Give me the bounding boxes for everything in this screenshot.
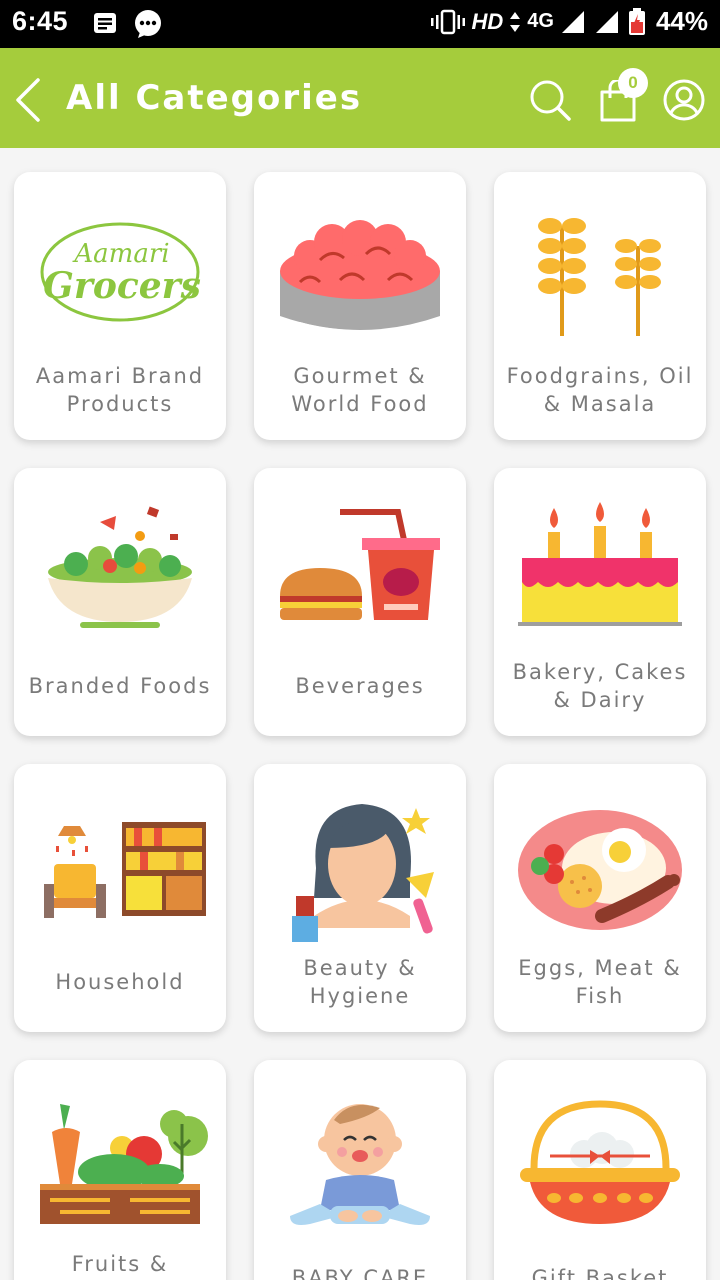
user-profile-icon[interactable]: [662, 78, 706, 122]
category-label: Aamari Brand Products: [35, 364, 205, 416]
category-card-fruits-vegetables[interactable]: Fruits & Vegetables: [14, 1060, 226, 1280]
salad-bowl-icon: [48, 506, 192, 628]
category-card-beauty[interactable]: Beauty & Hygiene: [254, 764, 466, 1032]
battery-percent: 44%: [655, 6, 708, 36]
status-bar: 6:45 HD 4G 44%: [0, 0, 720, 48]
status-indicators: HD 4G 44%: [431, 6, 708, 37]
category-label: Gift Basket: [531, 1266, 669, 1280]
data-arrows-icon: [510, 11, 521, 32]
category-label: Gourmet & World Food: [291, 364, 429, 416]
category-card-gourmet[interactable]: Gourmet & World Food: [254, 172, 466, 440]
battery-icon: [628, 7, 645, 35]
back-arrow-icon[interactable]: [10, 78, 46, 122]
wheat-icon: [538, 218, 661, 336]
category-card-bakery[interactable]: Bakery, Cakes & Dairy: [494, 468, 706, 736]
signal-type: 4G: [527, 10, 554, 32]
burger-drink-icon: [280, 509, 440, 620]
category-label: Beverages: [295, 674, 425, 698]
network-type: HD: [471, 8, 504, 34]
app-bar: All Categories 0: [0, 48, 720, 148]
category-card-beverages[interactable]: Beverages: [254, 468, 466, 736]
category-label: Branded Foods: [28, 674, 212, 698]
cart-count-badge: 0: [618, 68, 648, 98]
category-label: Household: [55, 970, 185, 994]
baby-icon: [290, 1104, 430, 1225]
category-label: Fruits & Vegetables: [71, 1252, 169, 1276]
notification-message-icon: [94, 13, 116, 33]
category-label: Bakery, Cakes & Dairy: [512, 660, 688, 712]
gift-basket-icon: [520, 1100, 680, 1224]
egg-meat-plate-icon: [518, 810, 682, 930]
category-card-foodgrains[interactable]: Foodgrains, Oil & Masala: [494, 172, 706, 440]
birthday-cake-icon: [518, 502, 682, 626]
aamari-grocers-logo: Aamari Grocers: [40, 222, 201, 322]
category-label: Beauty & Hygiene: [303, 956, 417, 1008]
category-label: Eggs, Meat & Fish: [518, 956, 682, 1008]
category-label: BABY CARE: [291, 1266, 429, 1280]
signal-strength-icon-2: [595, 10, 618, 33]
beauty-woman-icon: [292, 804, 434, 942]
category-card-baby-care[interactable]: BABY CARE: [254, 1060, 466, 1280]
gourmet-bowl-icon: [280, 220, 440, 335]
category-card-eggs-meat[interactable]: Eggs, Meat & Fish: [494, 764, 706, 1032]
category-card-gift-basket[interactable]: Gift Basket: [494, 1060, 706, 1280]
category-grid: Aamari Grocers Aamari Brand Products Gou…: [0, 148, 720, 1280]
status-time: 6:45: [12, 6, 69, 36]
vibrate-icon: [431, 9, 466, 34]
category-card-household[interactable]: Household: [14, 764, 226, 1032]
vegetable-crate-icon: [40, 1104, 208, 1224]
notification-chat-icon: [135, 10, 161, 38]
category-card-branded-foods[interactable]: Branded Foods: [14, 468, 226, 736]
logo-line2: Grocers: [43, 265, 201, 307]
search-icon[interactable]: [528, 78, 572, 122]
category-card-aamari-brand[interactable]: Aamari Grocers Aamari Brand Products: [14, 172, 226, 440]
household-furniture-icon: [44, 822, 206, 918]
page-title: All Categories: [66, 78, 363, 118]
category-label: Foodgrains, Oil & Masala: [506, 364, 694, 416]
signal-strength-icon: [561, 10, 584, 33]
